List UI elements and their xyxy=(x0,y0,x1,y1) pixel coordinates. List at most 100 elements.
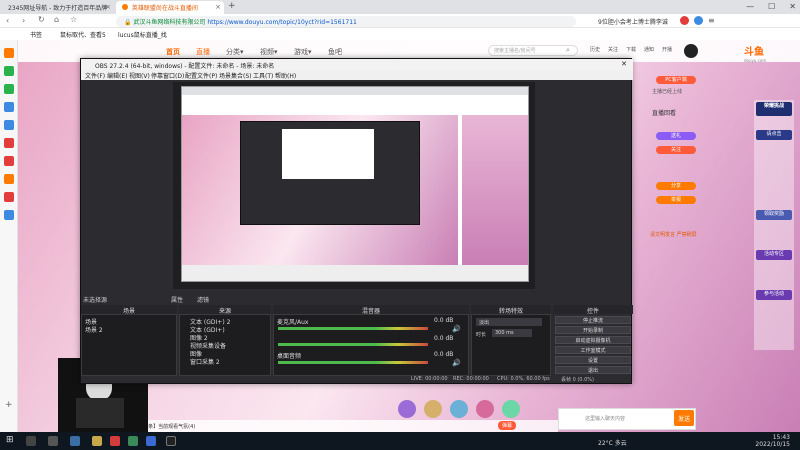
speaker-icon[interactable]: 🔊 xyxy=(452,359,461,367)
menu-docks[interactable]: 停靠窗口(D) xyxy=(151,71,184,80)
source-item[interactable]: 窗口采集 2 xyxy=(190,357,220,366)
sidebar-app-icon[interactable] xyxy=(4,66,14,76)
sidebar-app-icon[interactable] xyxy=(4,84,14,94)
nav-game[interactable]: 游戏▾ xyxy=(294,47,312,57)
transition-select[interactable]: 淡出 xyxy=(476,318,542,326)
obs-taskbar-icon[interactable] xyxy=(166,436,176,446)
home-icon[interactable]: ⌂ xyxy=(54,15,59,24)
widget-join[interactable]: 参与活动 xyxy=(756,290,792,300)
sidebar-app-icon[interactable] xyxy=(4,102,14,112)
gift-icon[interactable] xyxy=(450,400,468,418)
weather-widget[interactable]: 22°C 多云 xyxy=(598,438,627,447)
nav-category[interactable]: 分类▾ xyxy=(226,47,244,57)
news-ticker[interactable]: 9位胆小会考上博士腾李诚 xyxy=(598,17,668,26)
close-window-button[interactable]: ✕ xyxy=(789,2,796,11)
stop-stream-button[interactable]: 停止推流 xyxy=(555,316,631,324)
search-input[interactable]: 搜索主播名/房间号 xyxy=(488,45,578,56)
nav-video[interactable]: 视频▾ xyxy=(260,47,278,57)
menu-profile[interactable]: 配置文件(P) xyxy=(185,71,217,80)
search-icon[interactable] xyxy=(26,436,36,446)
refresh-icon[interactable]: ↻ xyxy=(38,15,45,24)
new-tab-button[interactable]: + xyxy=(228,1,236,11)
properties-button[interactable]: 属性 xyxy=(171,295,183,304)
duration-input[interactable]: 300 ms xyxy=(492,329,532,337)
avatar[interactable] xyxy=(684,44,698,58)
menu-tools[interactable]: 工具(T) xyxy=(253,71,273,80)
exit-button[interactable]: 退出 xyxy=(555,366,631,374)
widget-event[interactable]: 活动专区 xyxy=(756,250,792,260)
sidebar-app-icon[interactable] xyxy=(4,156,14,166)
menu-view[interactable]: 视图(V) xyxy=(129,71,150,80)
bookmark-item[interactable]: 书签 xyxy=(30,30,42,39)
pc-client-button[interactable]: PC客户端 xyxy=(656,76,696,84)
close-icon[interactable]: × xyxy=(105,3,111,11)
send-button[interactable]: 发送 xyxy=(674,410,694,426)
douyu-logo[interactable]: 斗鱼 douyu.com xyxy=(744,43,766,63)
replay-link[interactable]: 直播回看 xyxy=(652,108,676,117)
menu-help[interactable]: 帮助(H) xyxy=(275,71,296,80)
browser-taskbar-icon[interactable] xyxy=(146,436,156,446)
back-icon[interactable]: ‹ xyxy=(6,16,9,25)
history-link[interactable]: 历史 xyxy=(590,46,600,53)
speaker-icon[interactable]: 🔊 xyxy=(452,325,461,333)
download-link[interactable]: 下载 xyxy=(626,46,636,53)
add-icon[interactable]: + xyxy=(5,400,13,410)
bookmark-item[interactable]: 鼠标取代、查看5 xyxy=(60,30,106,39)
broadcast-link[interactable]: 开播 xyxy=(662,46,672,53)
settings-button[interactable]: 设置 xyxy=(555,356,631,364)
follow-link[interactable]: 关注 xyxy=(608,46,618,53)
url-bar[interactable]: 🔒 武汉斗鱼网络科技有限公司 https://www.douyu.com/top… xyxy=(116,16,576,27)
mixer-db: 0.0 dB xyxy=(434,351,454,358)
sidebar-app-icon[interactable] xyxy=(4,192,14,202)
menu-scene-collection[interactable]: 场景集合(S) xyxy=(219,71,252,80)
nav-fishbar[interactable]: 鱼吧 xyxy=(328,47,342,57)
tab-douyu[interactable]: 英雄联盟尚在战斗直播间 × xyxy=(116,1,224,14)
gift-icon[interactable] xyxy=(398,400,416,418)
gift-button[interactable]: 送礼 xyxy=(656,132,696,140)
app-icon[interactable] xyxy=(92,436,102,446)
steam-icon[interactable] xyxy=(70,436,80,446)
widget-claim[interactable]: 请点击 xyxy=(756,130,792,140)
sidebar-app-icon[interactable] xyxy=(4,120,14,130)
notify-link[interactable]: 通知 xyxy=(644,46,654,53)
app-icon[interactable] xyxy=(128,436,138,446)
extension-icon[interactable] xyxy=(680,16,689,25)
virtual-camera-button[interactable]: 启动虚拟摄像机 xyxy=(555,336,631,344)
bookmark-item[interactable]: lucus鼠标直播_找 xyxy=(118,30,167,39)
start-recording-button[interactable]: 开始录制 xyxy=(555,326,631,334)
extension-icon[interactable] xyxy=(694,16,703,25)
scene-item[interactable]: 场景 2 xyxy=(85,325,103,334)
sidebar-app-icon[interactable] xyxy=(4,174,14,184)
start-icon[interactable]: ⊞ xyxy=(6,435,14,445)
obs-preview[interactable] xyxy=(173,82,535,289)
sidebar-app-icon[interactable] xyxy=(4,210,14,220)
nav-home[interactable]: 首页 xyxy=(166,47,180,57)
filters-button[interactable]: 滤镜 xyxy=(197,295,209,304)
close-icon[interactable]: × xyxy=(215,3,221,11)
danmu-button[interactable]: 弹幕 xyxy=(498,421,517,430)
forward-icon[interactable]: › xyxy=(22,16,25,25)
tab-2345[interactable]: 2345网址导航 - 致力于打造百年品牌 × xyxy=(2,1,114,14)
system-clock[interactable]: 15:43 2022/10/15 xyxy=(755,434,790,448)
menu-file[interactable]: 文件(F) xyxy=(85,71,105,80)
menu-edit[interactable]: 编辑(E) xyxy=(107,71,127,80)
nav-live[interactable]: 直播 xyxy=(196,47,210,57)
gift-icon[interactable] xyxy=(424,400,442,418)
search-icon[interactable]: ⌕ xyxy=(566,46,570,55)
sidebar-app-icon[interactable] xyxy=(4,48,14,58)
app-icon[interactable] xyxy=(110,436,120,446)
minimize-button[interactable]: — xyxy=(746,2,754,11)
follow-button[interactable]: 关注 xyxy=(656,146,696,154)
studio-mode-button[interactable]: 工作室模式 xyxy=(555,346,631,354)
star-icon[interactable]: ☆ xyxy=(70,15,77,24)
widget-reward[interactable]: 领取奖励 xyxy=(756,210,792,220)
menu-icon[interactable]: ≡ xyxy=(708,16,715,25)
obs-close-icon[interactable]: ✕ xyxy=(621,60,627,68)
gift-icon[interactable] xyxy=(502,400,520,418)
sidebar-app-icon[interactable] xyxy=(4,138,14,148)
share-button[interactable]: 分享 xyxy=(656,182,696,190)
gift-icon[interactable] xyxy=(476,400,494,418)
maximize-button[interactable]: ☐ xyxy=(768,2,775,11)
taskview-icon[interactable] xyxy=(48,436,58,446)
report-button[interactable]: 举报 xyxy=(656,196,696,204)
